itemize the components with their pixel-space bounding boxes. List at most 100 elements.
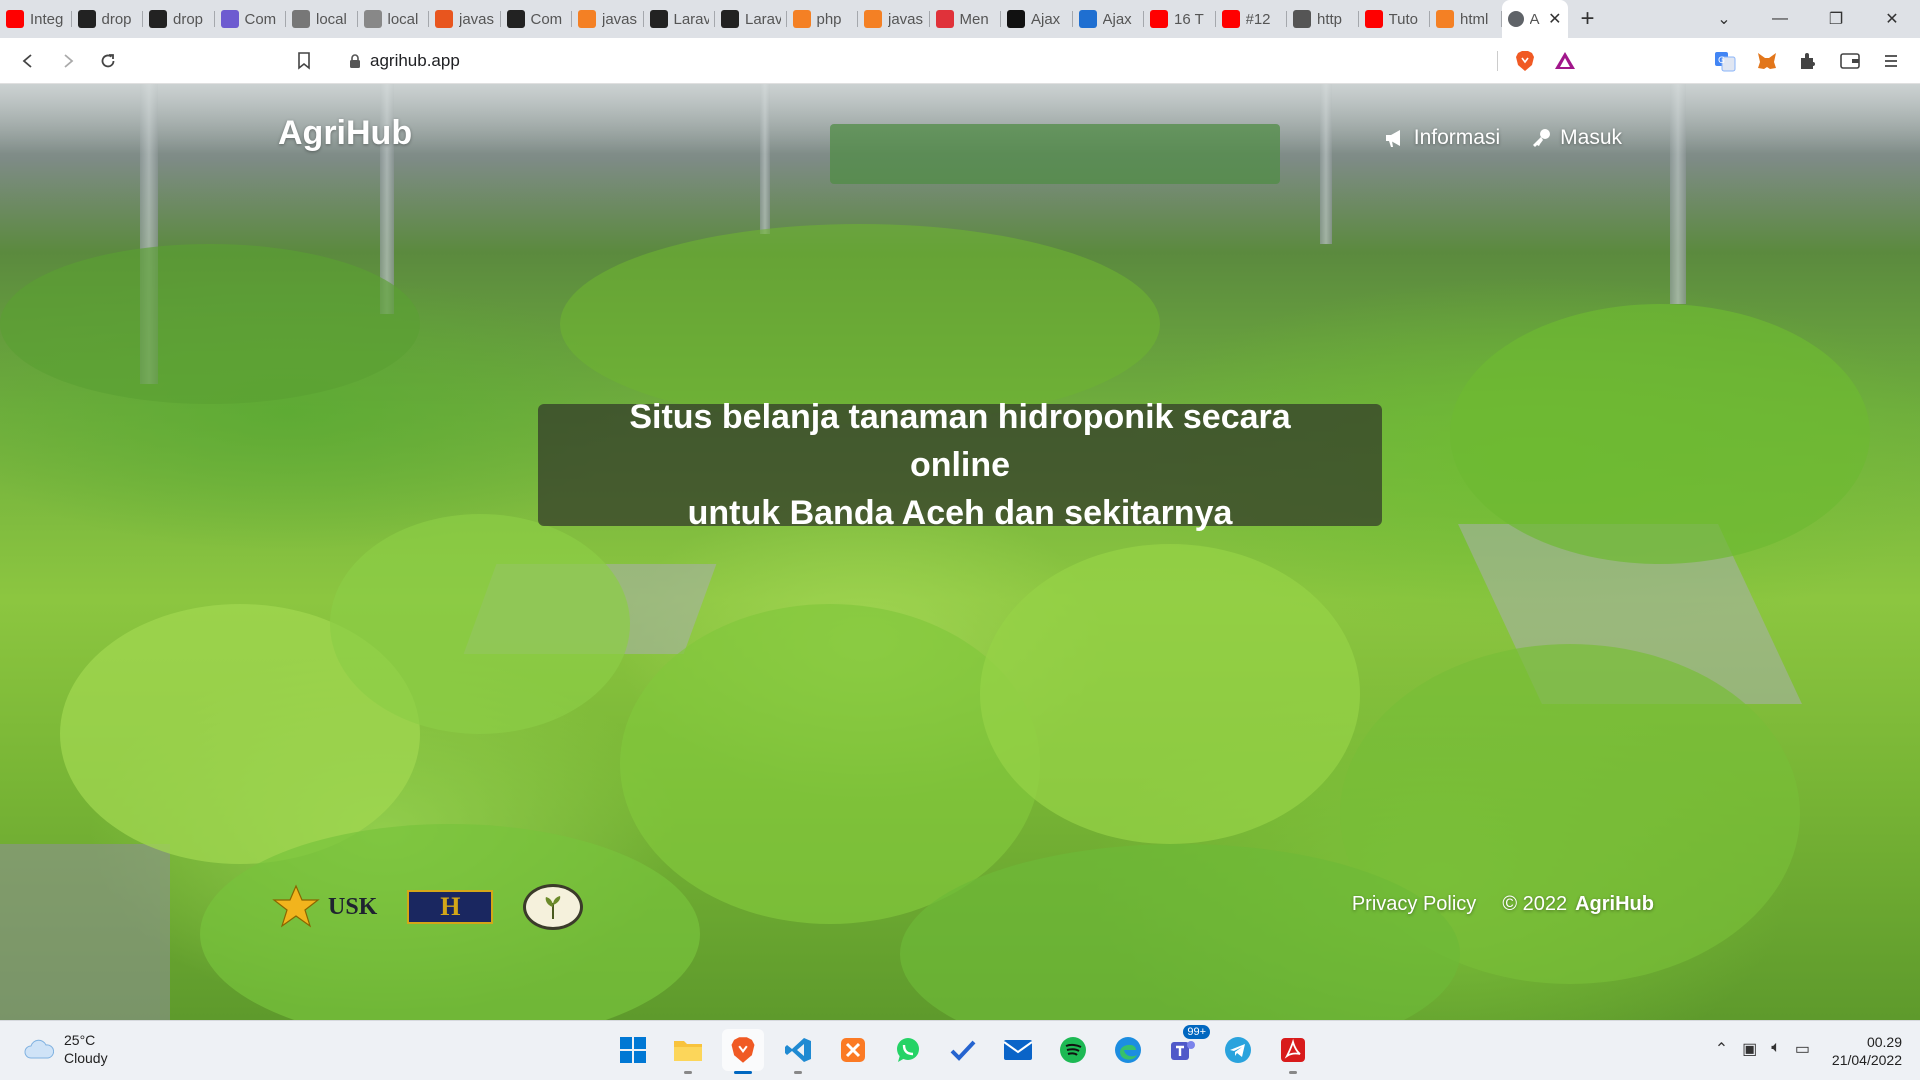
usk-logo-text: USK [328,894,378,920]
close-tab-icon[interactable]: ✕ [1548,9,1561,29]
browser-tab[interactable]: Larav [644,0,716,38]
tab-title: Ajax [1102,10,1132,28]
qa-icon [935,10,954,28]
folder-icon [674,1041,702,1061]
tab-active[interactable]: A ✕ [1501,0,1568,38]
todo-button[interactable] [942,1029,984,1071]
weather-widget[interactable]: 25°C Cloudy [24,1031,108,1067]
show-hidden-icons-icon[interactable]: ⌃ [1715,1039,1728,1059]
tab-title: local [387,10,419,28]
running-indicator [1289,1071,1297,1074]
partner-logo-text: H [440,892,461,921]
tab-title: Tuto [1388,10,1418,28]
wallet-icon[interactable] [1835,44,1865,78]
stackoverflow-icon [792,10,811,28]
youtube-icon [1150,10,1168,28]
browser-tab[interactable]: local [358,0,430,38]
megaphone-icon [1385,130,1400,147]
clock-date: 21/04/2022 [1831,1052,1902,1068]
browser-tab[interactable]: Men [930,0,1002,38]
volume-icon[interactable]: 🔈︎ [1771,1039,1781,1059]
tab-title: drop [101,10,132,28]
tab-title: javas [888,10,924,28]
site-brand[interactable]: AgriHub [278,114,412,153]
browser-tab[interactable]: 16 T [1144,0,1216,38]
browser-tab[interactable]: html [1430,0,1502,38]
whatsapp-button[interactable] [887,1029,929,1071]
teams-button[interactable]: 99+ [1162,1025,1210,1071]
telegram-button[interactable] [1217,1029,1259,1071]
brave-taskbar-button[interactable] [722,1029,764,1074]
browser-tab[interactable]: Com [215,0,287,38]
brave-shields-icon[interactable] [1514,50,1536,72]
acrobat-button[interactable] [1272,1029,1314,1074]
nav-informasi[interactable]: Informasi [1384,126,1500,150]
notification-badge: 99+ [1183,1025,1210,1039]
tab-title: http [1317,10,1343,28]
bookmark-button[interactable] [284,41,324,81]
xampp-button[interactable] [832,1029,874,1071]
spotify-icon [1060,1037,1086,1063]
system-clock[interactable]: 00.29 21/04/2022 [1832,1033,1902,1069]
browser-tab[interactable]: Ajax [1073,0,1145,38]
url-text: agrihub.app [370,51,460,70]
brave-rewards-icon[interactable] [1554,50,1576,72]
copyright-year: © 2022 [1502,893,1568,915]
browser-tab[interactable]: Integ [0,0,72,38]
browser-tab[interactable]: Com [501,0,573,38]
browser-tab[interactable]: javas [858,0,930,38]
running-indicator [684,1071,692,1074]
browser-tab[interactable]: javas [572,0,644,38]
forward-button[interactable] [48,41,88,81]
reload-button[interactable] [88,41,128,81]
restore-button[interactable]: ❐ [1808,0,1864,38]
browser-tab[interactable]: drop [72,0,144,38]
menu-icon[interactable] [1876,44,1906,78]
usk-logo: USK [268,884,377,930]
start-button[interactable] [612,1029,654,1071]
file-explorer-button[interactable] [667,1029,709,1074]
copyright-brand: AgriHub [1575,893,1654,915]
edge-button[interactable] [1107,1029,1149,1071]
weather-temp: 25°C [64,1032,96,1048]
weather-desc: Cloudy [64,1050,108,1066]
partner-logos: USK H [268,884,584,930]
tab-title: php [816,10,842,28]
nav-masuk[interactable]: Masuk [1530,126,1622,150]
vscode-button[interactable] [777,1029,819,1074]
browser-tab[interactable]: Ajax [1001,0,1073,38]
browser-tab[interactable]: php [787,0,859,38]
spotify-button[interactable] [1052,1029,1094,1071]
close-window-button[interactable]: ✕ [1864,0,1920,38]
tab-search-icon[interactable]: ⌄ [1696,0,1752,38]
code-icon [435,10,453,28]
network-icon[interactable]: ▣ [1742,1039,1757,1059]
browser-tab[interactable]: http [1287,0,1359,38]
youtube-icon [6,10,24,28]
minimize-button[interactable]: — [1752,0,1808,38]
browser-tab[interactable]: local [286,0,358,38]
battery-icon[interactable]: ▭ [1795,1039,1810,1059]
tab-title: drop [173,10,204,28]
back-button[interactable] [8,41,48,81]
browser-tab[interactable]: javas [429,0,501,38]
metamask-icon[interactable] [1752,44,1782,78]
mail-button[interactable] [997,1029,1039,1071]
st-icon [1078,10,1097,28]
browser-tab[interactable]: Tuto [1359,0,1431,38]
translate-icon[interactable]: G [1710,44,1740,78]
browser-tab[interactable]: #12 [1216,0,1288,38]
extensions-icon[interactable] [1793,44,1823,78]
privacy-policy-link[interactable]: Privacy Policy [1352,893,1476,916]
running-indicator [794,1071,802,1074]
address-bar[interactable]: agrihub.app [330,43,1588,79]
nav-masuk-label: Masuk [1560,126,1622,149]
hero-tagline: Situs belanja tanaman hidroponik secara … [538,398,1382,532]
telegram-icon [1225,1037,1251,1063]
omnibox-divider [1497,51,1498,71]
new-tab-button[interactable]: + [1568,0,1608,38]
walkway [0,844,170,1020]
browser-tab[interactable]: Larav [715,0,787,38]
browser-tab[interactable]: drop [143,0,215,38]
youtube-icon [1364,10,1383,28]
